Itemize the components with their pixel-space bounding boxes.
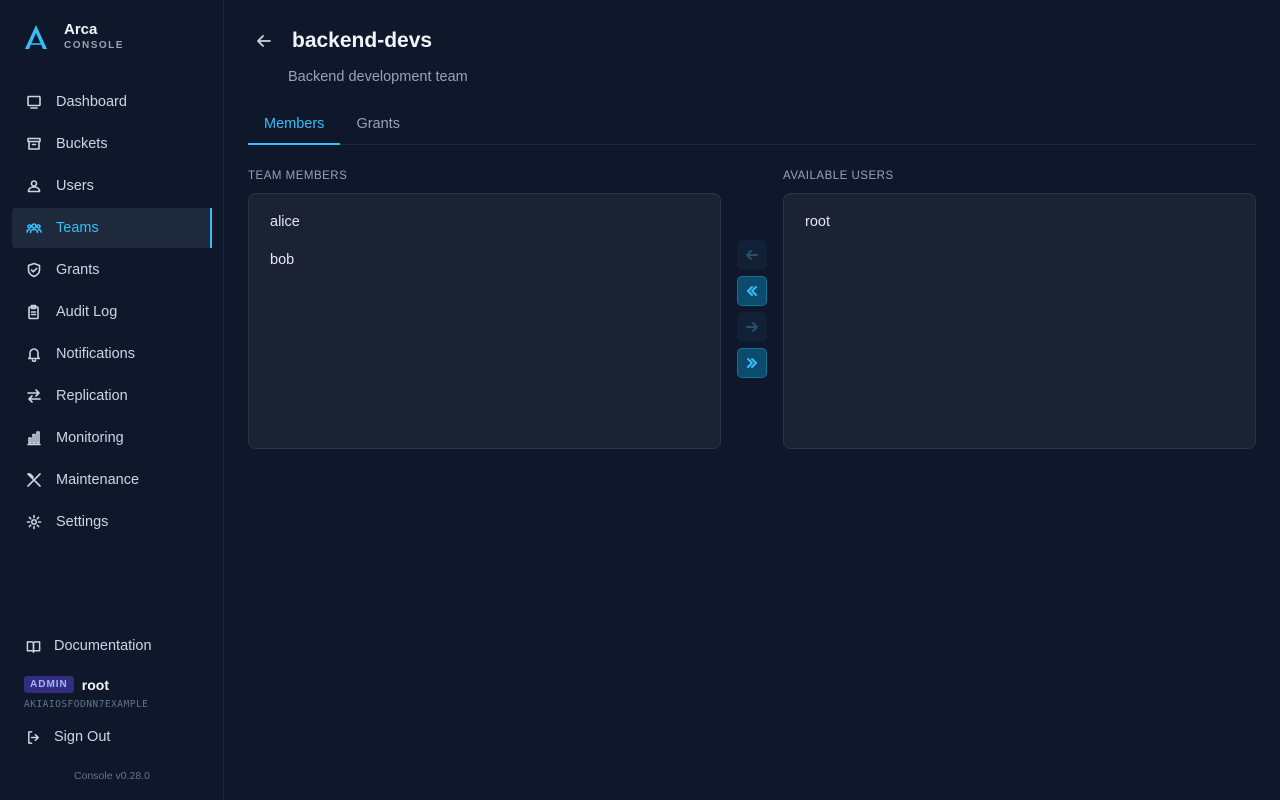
role-badge: ADMIN xyxy=(24,676,74,693)
sidebar-item-dashboard[interactable]: Dashboard xyxy=(12,82,212,122)
dashboard-icon xyxy=(26,94,42,110)
team-members-label: Team Members xyxy=(248,170,348,182)
sidebar-item-label: Replication xyxy=(56,388,128,404)
arrow-left-icon xyxy=(257,35,271,47)
move-all-left-button[interactable] xyxy=(737,276,767,306)
page-description: Backend development team xyxy=(288,69,468,85)
page-header: backend-devs xyxy=(248,28,432,54)
move-all-right-button[interactable] xyxy=(737,348,767,378)
sidebar-item-buckets[interactable]: Buckets xyxy=(12,124,212,164)
sidebar-item-label: Dashboard xyxy=(56,94,127,110)
sidebar: Arca CONSOLE Dashboard Buckets Users Tea… xyxy=(0,0,224,800)
sidebar-item-maintenance[interactable]: Maintenance xyxy=(12,460,212,500)
list-item[interactable]: root xyxy=(784,203,1255,241)
sidebar-item-settings[interactable]: Settings xyxy=(12,502,212,542)
sidebar-item-label: Buckets xyxy=(56,136,108,152)
team-members-list[interactable]: alice bob xyxy=(248,193,721,449)
access-key: AKIAIOSFODNN7EXAMPLE xyxy=(24,699,149,710)
page-title: backend-devs xyxy=(292,29,433,52)
sidebar-item-replication[interactable]: Replication xyxy=(12,376,212,416)
sidebar-item-label: Notifications xyxy=(56,346,135,362)
sidebar-item-label: Users xyxy=(56,178,94,194)
transfer-controls xyxy=(737,240,767,384)
sidebar-item-grants[interactable]: Grants xyxy=(12,250,212,290)
brand-subtitle: CONSOLE xyxy=(64,40,124,51)
list-item[interactable]: bob xyxy=(249,241,720,279)
arrow-left-icon xyxy=(746,250,758,260)
bell-icon xyxy=(26,346,42,362)
chevrons-right-icon xyxy=(747,358,757,368)
documentation-link[interactable]: Documentation xyxy=(26,638,152,654)
sidebar-nav: Dashboard Buckets Users Teams Grants Aud… xyxy=(12,82,212,544)
arrows-exchange-icon xyxy=(26,388,42,404)
sidebar-item-users[interactable]: Users xyxy=(12,166,212,206)
sign-out-label: Sign Out xyxy=(54,729,111,745)
team-icon xyxy=(26,220,42,236)
sidebar-item-label: Settings xyxy=(56,514,109,530)
shield-icon xyxy=(26,262,42,278)
gear-icon xyxy=(26,514,42,530)
move-selected-right-button[interactable] xyxy=(737,312,767,342)
available-users-label: Available Users xyxy=(783,170,894,182)
sidebar-item-teams[interactable]: Teams xyxy=(12,208,212,248)
sidebar-item-label: Monitoring xyxy=(56,430,124,446)
arca-logo-icon xyxy=(25,24,47,49)
sign-out-button[interactable]: Sign Out xyxy=(26,729,110,745)
arrow-right-icon xyxy=(746,322,758,332)
version-text: Console v0.28.0 xyxy=(74,770,150,782)
clipboard-icon xyxy=(26,304,42,320)
book-icon xyxy=(26,639,41,654)
tab-bar: Members Grants xyxy=(248,104,1256,145)
brand[interactable]: Arca CONSOLE xyxy=(24,22,124,51)
sidebar-item-monitoring[interactable]: Monitoring xyxy=(12,418,212,458)
brand-name: Arca xyxy=(64,21,98,38)
chevrons-left-icon xyxy=(747,286,757,296)
sidebar-item-label: Teams xyxy=(56,220,99,236)
user-icon xyxy=(26,178,42,194)
tab-grants[interactable]: Grants xyxy=(340,104,416,144)
sidebar-item-audit-log[interactable]: Audit Log xyxy=(12,292,212,332)
bucket-icon xyxy=(26,136,42,152)
current-user: ADMIN root AKIAIOSFODNN7EXAMPLE xyxy=(24,676,148,710)
move-selected-left-button[interactable] xyxy=(737,240,767,270)
tools-icon xyxy=(26,472,42,488)
sidebar-item-label: Audit Log xyxy=(56,304,118,320)
tab-members[interactable]: Members xyxy=(248,104,341,145)
sidebar-item-notifications[interactable]: Notifications xyxy=(12,334,212,374)
available-users-list[interactable]: root xyxy=(783,193,1256,449)
documentation-label: Documentation xyxy=(54,638,152,654)
logout-icon xyxy=(26,730,41,745)
bar-chart-icon xyxy=(26,430,42,446)
sidebar-item-label: Grants xyxy=(56,262,100,278)
sidebar-item-label: Maintenance xyxy=(56,472,140,488)
user-name: root xyxy=(81,676,109,693)
back-button[interactable] xyxy=(248,28,280,54)
list-item[interactable]: alice xyxy=(249,203,720,241)
